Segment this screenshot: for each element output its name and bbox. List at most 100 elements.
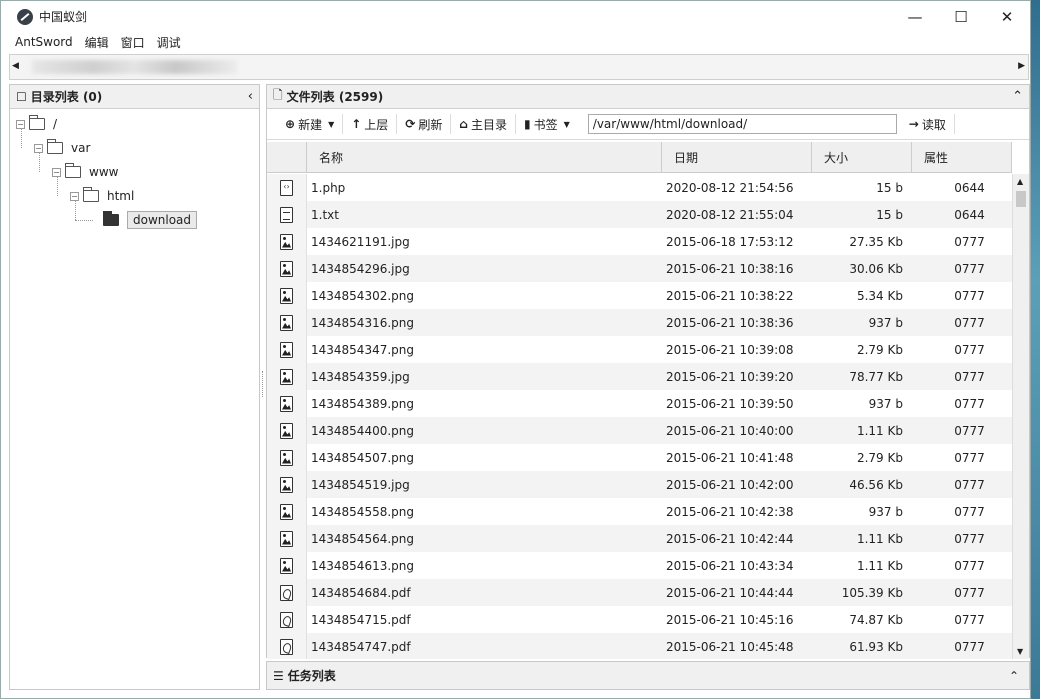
table-row[interactable]: 1.txt 2020-08-12 21:55:04 15 b 0644 — [267, 201, 1012, 228]
file-name[interactable]: 1434854296.jpg — [307, 262, 662, 276]
table-row[interactable]: 1434854316.png 2015-06-21 10:38:36 937 b 07… — [267, 309, 1012, 336]
file-name[interactable]: 1434854558.png — [307, 505, 662, 519]
file-date: 2015-06-21 10:43:34 — [666, 558, 794, 573]
panel-splitter-handle[interactable] — [262, 371, 264, 397]
tree-node-root[interactable]: − / — [16, 115, 57, 133]
file-name[interactable]: 1434854613.png — [307, 559, 662, 573]
task-panel-title: 任务列表 — [287, 669, 336, 683]
table-row[interactable]: 1434854558.png 2015-06-21 10:42:38 937 b 07… — [267, 498, 1012, 525]
file-size: 2.79 Kb — [856, 342, 903, 357]
tree-label-var[interactable]: var — [71, 141, 90, 155]
tab-bar: ◀ ▶ — [9, 54, 1029, 80]
tree-label-root[interactable]: / — [53, 117, 57, 131]
file-name[interactable]: 1434854684.pdf — [307, 586, 662, 600]
file-size: 105.39 Kb — [841, 585, 903, 600]
table-row[interactable]: 1434854296.jpg 2015-06-21 10:38:16 30.06 K… — [267, 255, 1012, 282]
file-name[interactable]: 1434621191.jpg — [307, 235, 662, 249]
vertical-scrollbar[interactable]: ▲ ▼ — [1012, 174, 1029, 659]
file-size: 27.35 Kb — [849, 234, 903, 249]
tree-label-www[interactable]: www — [89, 165, 118, 179]
path-input[interactable] — [587, 114, 897, 134]
tab-scroll-right-icon[interactable]: ▶ — [1018, 61, 1025, 71]
tab-scroll-left-icon[interactable]: ◀ — [12, 61, 19, 71]
collapse-left-icon[interactable]: ‹ — [248, 89, 253, 104]
collapse-toggle-icon[interactable]: − — [52, 167, 61, 177]
table-row[interactable]: 1434854302.png 2015-06-21 10:38:22 5.34 Kb… — [267, 282, 1012, 309]
tree-node-html[interactable]: − html — [70, 187, 134, 205]
file-name[interactable]: 1.txt — [307, 208, 662, 222]
table-row[interactable]: 1434854359.jpg 2015-06-21 10:39:20 78.77 K… — [267, 363, 1012, 390]
scroll-down-icon[interactable]: ▼ — [1017, 647, 1023, 656]
code-file-icon — [280, 179, 293, 196]
new-button[interactable]: ⊕ 新建 ▼ — [277, 114, 344, 134]
file-name[interactable]: 1434854302.png — [307, 289, 662, 303]
table-row[interactable]: 1434854389.png 2015-06-21 10:39:50 937 b 07… — [267, 390, 1012, 417]
file-size: 937 b — [868, 315, 903, 330]
tree-label-download[interactable]: download — [127, 211, 198, 229]
file-name[interactable]: 1434854400.png — [307, 424, 662, 438]
file-attr: 0777 — [954, 234, 985, 249]
pdf-file-icon — [280, 584, 293, 601]
table-row[interactable]: 1434854747.pdf 2015-06-21 10:45:48 61.93 K… — [267, 633, 1012, 659]
tree-node-download[interactable]: download — [103, 211, 198, 229]
arrow-right-icon: → — [908, 117, 919, 131]
expand-up-icon[interactable]: ⌃ — [1009, 669, 1019, 683]
table-row[interactable]: 1434621191.jpg 2015-06-18 17:53:12 27.35 K… — [267, 228, 1012, 255]
table-row[interactable]: 1.php 2020-08-12 21:54:56 15 b 0644 — [267, 174, 1012, 201]
table-row[interactable]: 1434854507.png 2015-06-21 10:41:48 2.79 Kb… — [267, 444, 1012, 471]
menu-antsword[interactable]: AntSword — [15, 35, 73, 49]
file-icon-cell — [267, 282, 307, 309]
file-icon-cell — [267, 471, 307, 498]
file-name[interactable]: 1434854389.png — [307, 397, 662, 411]
maximize-button[interactable]: ☐ — [938, 1, 984, 32]
minimize-button[interactable]: — — [892, 1, 938, 32]
menu-edit[interactable]: 编辑 — [85, 34, 109, 51]
file-attr: 0777 — [954, 477, 985, 492]
file-name[interactable]: 1434854347.png — [307, 343, 662, 357]
table-row[interactable]: 1434854347.png 2015-06-21 10:39:08 2.79 Kb… — [267, 336, 1012, 363]
close-button[interactable]: ✕ — [984, 1, 1030, 32]
table-row[interactable]: 1434854400.png 2015-06-21 10:40:00 1.11 Kb… — [267, 417, 1012, 444]
file-name[interactable]: 1434854715.pdf — [307, 613, 662, 627]
file-name[interactable]: 1.php — [307, 181, 662, 195]
read-button[interactable]: → 读取 — [901, 114, 955, 134]
table-row[interactable]: 1434854519.jpg 2015-06-21 10:42:00 46.56 K… — [267, 471, 1012, 498]
file-date: 2015-06-21 10:44:44 — [666, 585, 794, 600]
tree-node-www[interactable]: − www — [52, 163, 118, 181]
directory-panel-title: 目录列表 (0) — [30, 90, 103, 104]
column-name[interactable]: 名称 — [307, 142, 662, 172]
file-icon-cell — [267, 255, 307, 282]
bookmark-button[interactable]: ▮ 书签 ▼ — [516, 114, 578, 134]
file-name[interactable]: 1434854507.png — [307, 451, 662, 465]
file-name[interactable]: 1434854519.jpg — [307, 478, 662, 492]
file-name[interactable]: 1434854564.png — [307, 532, 662, 546]
table-row[interactable]: 1434854564.png 2015-06-21 10:42:44 1.11 Kb… — [267, 525, 1012, 552]
tree-node-var[interactable]: − var — [34, 139, 90, 157]
file-date: 2015-06-21 10:45:48 — [666, 639, 794, 654]
up-button[interactable]: ↑ 上层 — [343, 114, 398, 134]
home-button[interactable]: ⌂ 主目录 — [451, 114, 516, 134]
table-row[interactable]: 1434854613.png 2015-06-21 10:43:34 1.11 Kb… — [267, 552, 1012, 579]
file-name[interactable]: 1434854316.png — [307, 316, 662, 330]
img-file-icon — [280, 260, 293, 277]
column-size[interactable]: 大小 — [812, 142, 912, 172]
refresh-button[interactable]: ⟳ 刷新 — [397, 114, 452, 134]
collapse-toggle-icon[interactable]: − — [34, 143, 43, 153]
collapse-toggle-icon[interactable]: − — [70, 191, 79, 201]
file-name[interactable]: 1434854359.jpg — [307, 370, 662, 384]
collapse-toggle-icon[interactable]: − — [16, 119, 25, 129]
menu-debug[interactable]: 调试 — [157, 34, 181, 51]
table-row[interactable]: 1434854684.pdf 2015-06-21 10:44:44 105.39 … — [267, 579, 1012, 606]
scroll-up-icon[interactable]: ▲ — [1017, 177, 1023, 186]
tree-label-html[interactable]: html — [107, 189, 134, 203]
scroll-thumb[interactable] — [1016, 191, 1026, 207]
column-attr[interactable]: 属性 — [912, 142, 1012, 172]
menu-window[interactable]: 窗口 — [121, 34, 145, 51]
file-size: 2.79 Kb — [856, 450, 903, 465]
collapse-up-icon[interactable]: ⌃ — [1012, 89, 1023, 104]
tab-redacted[interactable] — [32, 60, 237, 74]
file-name[interactable]: 1434854747.pdf — [307, 640, 662, 654]
file-date: 2015-06-21 10:42:38 — [666, 504, 794, 519]
column-date[interactable]: 日期 — [662, 142, 812, 172]
table-row[interactable]: 1434854715.pdf 2015-06-21 10:45:16 74.87 K… — [267, 606, 1012, 633]
